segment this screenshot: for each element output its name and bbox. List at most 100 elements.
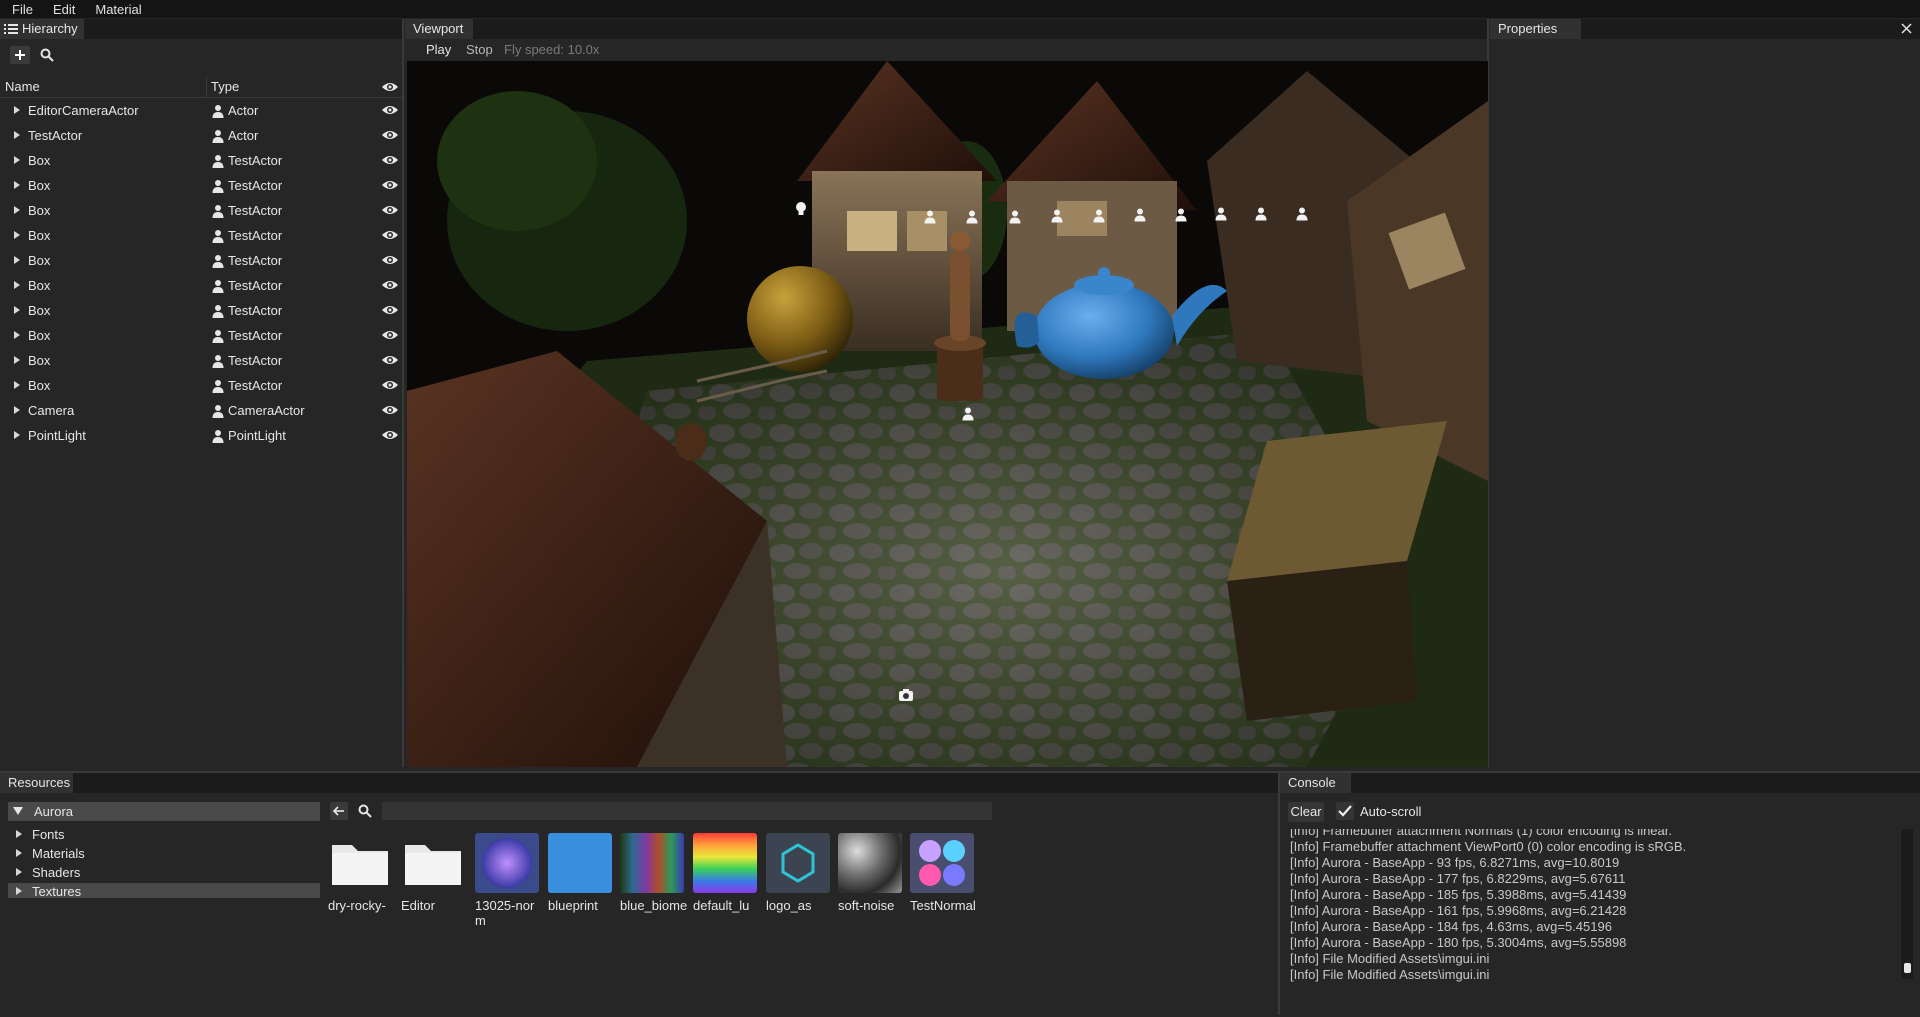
visibility-eye-icon[interactable] [381,353,399,367]
clear-button[interactable]: Clear [1288,802,1324,822]
actor-gizmo-icon[interactable] [1214,206,1228,221]
expand-arrow-icon[interactable] [14,431,20,439]
asset-texture[interactable]: TestNormal [910,833,976,913]
expand-arrow-icon[interactable] [14,106,20,114]
tab-properties[interactable]: Properties [1490,19,1581,39]
visibility-eye-icon[interactable] [381,128,399,142]
hierarchy-row[interactable]: Box TestActor [0,249,402,274]
asset-folder[interactable]: Editor [401,833,465,913]
expand-arrow-icon[interactable] [14,131,20,139]
play-button[interactable]: Play [426,42,451,57]
asset-texture[interactable]: blue_biome [620,833,687,913]
back-button[interactable] [330,802,348,820]
hierarchy-row[interactable]: Box TestActor [0,199,402,224]
visibility-eye-icon[interactable] [381,378,399,392]
hierarchy-row[interactable]: Box TestActor [0,274,402,299]
expand-arrow-icon[interactable] [14,281,20,289]
hierarchy-row[interactable]: Box TestActor [0,324,402,349]
menu-file[interactable]: File [0,2,41,17]
actor-type: TestActor [228,278,283,293]
actor-gizmo-icon[interactable] [961,406,975,421]
asset-label: blue_biome [620,898,688,913]
column-name-header[interactable]: Name [5,77,40,97]
tree-item-aurora[interactable]: Aurora [34,804,73,819]
expand-arrow-icon[interactable] [14,356,20,364]
asset-texture[interactable]: default_lu [693,833,757,913]
hierarchy-row[interactable]: EditorCameraActor Actor [0,99,402,124]
expand-arrow-icon[interactable] [14,406,20,414]
visibility-eye-icon[interactable] [381,203,399,217]
column-type-header[interactable]: Type [211,77,239,97]
expand-arrow-icon[interactable] [14,381,20,389]
stop-button[interactable]: Stop [466,42,493,57]
expand-arrow-icon[interactable] [14,306,20,314]
visibility-eye-icon[interactable] [381,103,399,117]
actor-gizmo-icon[interactable] [1174,207,1188,222]
hierarchy-row[interactable]: Box TestActor [0,374,402,399]
visibility-eye-icon[interactable] [381,178,399,192]
console-line: [Info] Aurora - BaseApp - 177 fps, 6.822… [1290,871,1626,886]
expand-arrow-icon[interactable] [14,256,20,264]
actor-gizmo-icon[interactable] [923,209,937,224]
asset-texture[interactable]: logo_as [766,833,830,913]
light-bulb-icon[interactable] [794,201,808,217]
asset-texture[interactable]: blueprint [548,833,612,913]
actor-person-icon [211,229,225,243]
hierarchy-row[interactable]: Box TestActor [0,349,402,374]
tab-resources[interactable]: Resources [0,773,73,793]
search-icon[interactable] [40,48,54,62]
visibility-eye-icon[interactable] [381,153,399,167]
scene-view[interactable] [407,61,1488,767]
hierarchy-row[interactable]: TestActor Actor [0,124,402,149]
asset-texture[interactable]: 13025-norm [475,833,539,928]
visibility-eye-icon[interactable] [381,428,399,442]
console-scrollbar[interactable] [1901,829,1913,979]
menu-material[interactable]: Material [83,2,149,17]
chevron-right-icon [16,868,22,876]
expand-arrow-icon[interactable] [14,156,20,164]
tab-console[interactable]: Console [1280,773,1351,793]
actor-gizmo-icon[interactable] [1008,209,1022,224]
menu-edit[interactable]: Edit [41,2,83,17]
tab-viewport[interactable]: Viewport [405,19,473,39]
visibility-eye-icon[interactable] [381,303,399,317]
hierarchy-row[interactable]: Box TestActor [0,224,402,249]
actor-gizmo-icon[interactable] [1133,207,1147,222]
tree-item-shaders[interactable]: Shaders [32,865,80,880]
expand-arrow-icon[interactable] [14,231,20,239]
actor-gizmo-icon[interactable] [965,209,979,224]
asset-folder[interactable]: dry-rocky- [328,833,392,913]
visibility-eye-icon[interactable] [381,253,399,267]
actor-gizmo-icon[interactable] [1254,206,1268,221]
visibility-eye-icon[interactable] [381,228,399,242]
tree-item-textures[interactable]: Textures [32,884,81,899]
hierarchy-row[interactable]: Camera CameraActor [0,399,402,424]
actor-gizmo-icon[interactable] [1295,206,1309,221]
resource-search-input[interactable] [382,802,992,820]
close-icon[interactable] [1901,23,1912,34]
hierarchy-row[interactable]: Box TestActor [0,174,402,199]
hierarchy-row[interactable]: Box TestActor [0,149,402,174]
tree-item-fonts[interactable]: Fonts [32,827,65,842]
visibility-eye-icon[interactable] [381,403,399,417]
hierarchy-row[interactable]: PointLight PointLight [0,424,402,449]
actor-gizmo-icon[interactable] [1050,208,1064,223]
hierarchy-toolbar [0,39,404,71]
add-actor-button[interactable] [10,46,30,64]
asset-texture[interactable]: soft-noise [838,833,902,913]
column-divider[interactable] [206,77,207,97]
scene-render [407,61,1488,767]
expand-arrow-icon[interactable] [14,181,20,189]
expand-arrow-icon[interactable] [14,206,20,214]
tab-hierarchy[interactable]: Hierarchy [0,19,84,39]
properties-panel: Properties [1490,19,1920,767]
hierarchy-row[interactable]: Box TestActor [0,299,402,324]
console-scroll-thumb[interactable] [1904,963,1911,973]
visibility-eye-icon[interactable] [381,278,399,292]
camera-icon[interactable] [898,688,914,702]
expand-arrow-icon[interactable] [14,331,20,339]
actor-gizmo-icon[interactable] [1092,208,1106,223]
tree-item-materials[interactable]: Materials [32,846,85,861]
visibility-eye-icon[interactable] [381,328,399,342]
autoscroll-checkbox[interactable] [1336,802,1354,820]
